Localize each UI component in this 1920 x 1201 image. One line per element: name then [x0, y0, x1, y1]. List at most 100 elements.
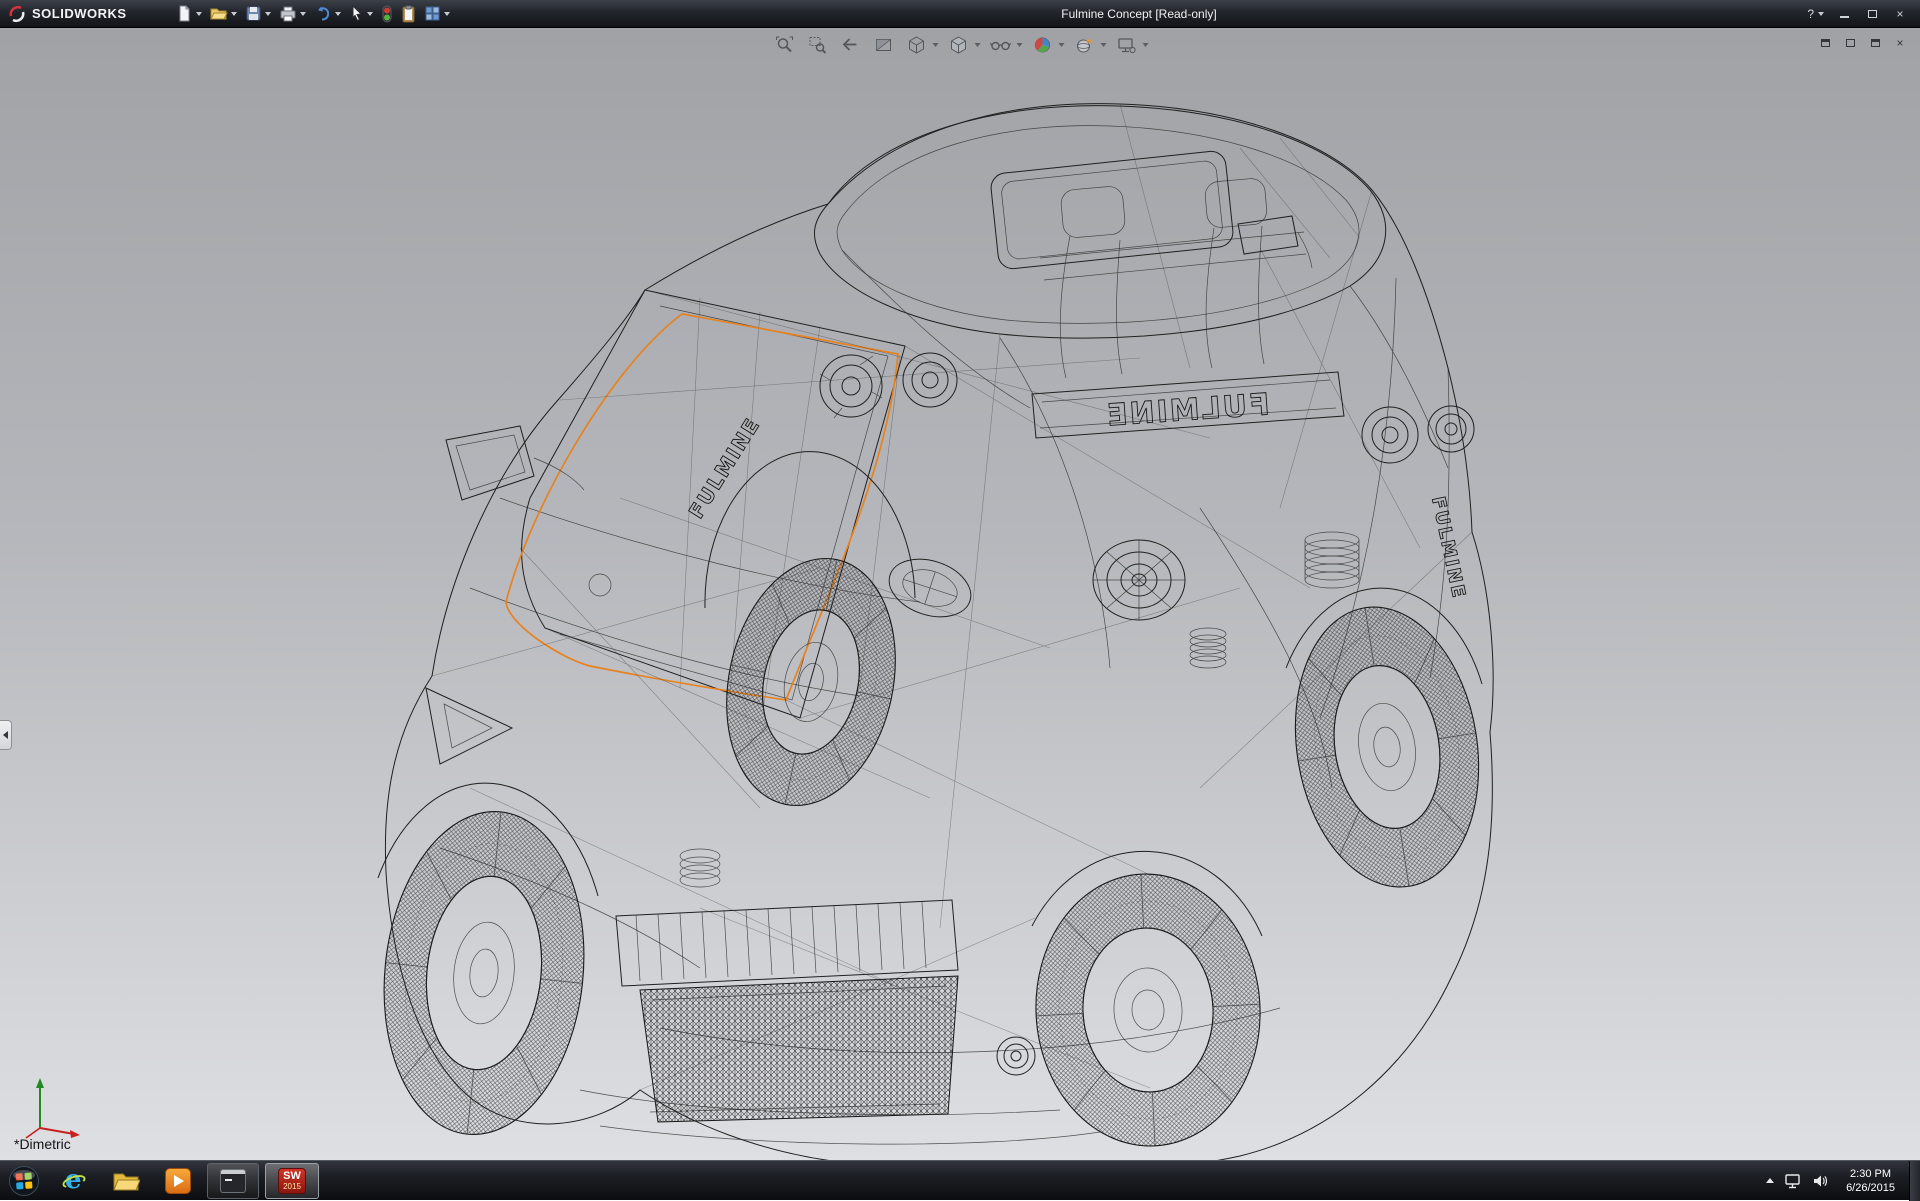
- model-wheel-front-right[interactable]: [1276, 594, 1498, 901]
- window-menu-icon: [1821, 39, 1830, 47]
- taskbar-item-media-player[interactable]: [155, 1163, 201, 1199]
- doc-window-minimize-button[interactable]: [1842, 36, 1858, 50]
- model-grille[interactable]: [616, 900, 958, 1122]
- hidden-icons-arrow-icon[interactable]: [1766, 1178, 1774, 1183]
- model-wheel-rear-left[interactable]: [369, 802, 600, 1145]
- zoom-to-area-button[interactable]: [805, 33, 831, 57]
- app-name: SOLIDWORKS: [32, 6, 127, 21]
- folder-icon: [112, 1169, 140, 1193]
- volume-icon[interactable]: [1812, 1173, 1828, 1189]
- document-title: Fulmine Concept [Read-only]: [1061, 7, 1216, 21]
- model-mirror-right[interactable]: [1238, 216, 1312, 268]
- model-motor[interactable]: [1093, 540, 1185, 620]
- system-tray: 2:30 PM 6/26/2015: [1766, 1167, 1909, 1195]
- reference-triad: [18, 1070, 90, 1142]
- open-folder-icon: [210, 5, 228, 22]
- sw-year-badge: 2015: [283, 1182, 301, 1191]
- doc-close-icon: ×: [1896, 36, 1903, 50]
- print-button[interactable]: [276, 2, 309, 26]
- view-settings-button[interactable]: [1114, 33, 1140, 57]
- feature-pane-collapse-tab[interactable]: [0, 720, 12, 750]
- model-left-lamp-cluster[interactable]: [426, 574, 611, 764]
- edit-appearance-button[interactable]: [1030, 33, 1056, 57]
- model-wheel-rear-right[interactable]: [1029, 868, 1267, 1151]
- title-bar: SOLIDWORKS: [0, 0, 1920, 28]
- model-headlights-right[interactable]: [1362, 406, 1474, 463]
- model-front-band[interactable]: FULMINE: [1032, 372, 1344, 438]
- apply-scene-button[interactable]: [1072, 33, 1098, 57]
- model-spring-center[interactable]: [1190, 628, 1226, 668]
- main-toolbar: [173, 2, 453, 26]
- graphics-viewport[interactable]: ×: [0, 28, 1920, 1160]
- options-grid-icon: [424, 5, 441, 22]
- dropdown-arrow-icon: [1101, 43, 1107, 47]
- doc-window-restore-button[interactable]: [1867, 36, 1883, 50]
- model-steering-wheel[interactable]: [882, 549, 979, 626]
- model-wheel-front-left[interactable]: [705, 543, 917, 822]
- rebuild-stoplight-icon: [381, 5, 393, 23]
- options-button[interactable]: [421, 2, 453, 26]
- taskbar-item-command-prompt[interactable]: [207, 1163, 259, 1199]
- dropdown-arrow-icon: [265, 12, 271, 16]
- rebuild-button[interactable]: [378, 2, 396, 26]
- internet-explorer-icon: e: [61, 1168, 87, 1194]
- open-button[interactable]: [207, 2, 240, 26]
- dropdown-arrow-icon: [231, 12, 237, 16]
- print-icon: [279, 5, 297, 22]
- dropdown-arrow-icon: [1017, 43, 1023, 47]
- triad-y-axis-icon: [36, 1078, 44, 1088]
- doc-minimize-icon: [1846, 39, 1855, 47]
- clipboard-button[interactable]: [398, 2, 419, 26]
- dropdown-arrow-icon: [933, 43, 939, 47]
- close-button[interactable]: ×: [1888, 5, 1912, 23]
- doc-window-close-button[interactable]: ×: [1892, 36, 1908, 50]
- decal-side-fulmine: FULMINE: [1427, 495, 1469, 601]
- network-icon[interactable]: [1784, 1173, 1802, 1189]
- window-controls: ? ×: [1803, 5, 1920, 23]
- previous-view-button[interactable]: [838, 33, 864, 57]
- help-label: ?: [1807, 7, 1814, 21]
- sw-label: SW: [283, 1171, 301, 1182]
- doc-window-menu-button[interactable]: [1817, 36, 1833, 50]
- media-player-icon: [165, 1168, 191, 1194]
- display-style-cube-icon: [949, 35, 969, 55]
- start-button[interactable]: [0, 1161, 48, 1201]
- section-view-button[interactable]: [871, 33, 897, 57]
- maximize-button[interactable]: [1860, 5, 1884, 23]
- solidworks-app-icon: SW 2015: [278, 1168, 306, 1194]
- app-logo: SOLIDWORKS: [0, 5, 127, 23]
- dropdown-arrow-icon: [444, 12, 450, 16]
- play-icon: [174, 1175, 184, 1187]
- zoom-to-fit-button[interactable]: [772, 33, 798, 57]
- save-button[interactable]: [242, 2, 274, 26]
- window-titlebar-icon: [221, 1170, 245, 1174]
- close-icon: ×: [1896, 8, 1903, 20]
- taskbar-item-internet-explorer[interactable]: e: [51, 1163, 97, 1199]
- taskbar-item-file-explorer[interactable]: [103, 1163, 149, 1199]
- help-button[interactable]: ?: [1803, 7, 1828, 21]
- dropdown-arrow-icon: [1818, 12, 1824, 16]
- undo-button[interactable]: [311, 2, 344, 26]
- wireframe-model-canvas[interactable]: FULMINE FULMINE FULMINE: [0, 28, 1920, 1160]
- taskbar-clock[interactable]: 2:30 PM 6/26/2015: [1838, 1167, 1903, 1195]
- model-spring-right[interactable]: [1305, 532, 1359, 588]
- view-orientation-button[interactable]: [904, 33, 930, 57]
- select-button[interactable]: [346, 2, 376, 26]
- hide-show-items-button[interactable]: [988, 33, 1014, 57]
- windows-start-orb-icon: [8, 1165, 40, 1197]
- heads-up-view-toolbar: [772, 33, 1149, 57]
- dropdown-arrow-icon: [1059, 43, 1065, 47]
- new-document-button[interactable]: [173, 2, 205, 26]
- model-emblem[interactable]: [997, 1037, 1035, 1075]
- model-seats[interactable]: [1040, 177, 1306, 378]
- model-spring-left[interactable]: [680, 849, 720, 887]
- view-settings-icon: [1117, 35, 1137, 55]
- model-headlights-left[interactable]: [820, 353, 957, 418]
- taskbar: e SW 2015: [0, 1160, 1920, 1200]
- dropdown-arrow-icon: [335, 12, 341, 16]
- display-style-button[interactable]: [946, 33, 972, 57]
- taskbar-item-solidworks[interactable]: SW 2015: [265, 1163, 319, 1199]
- show-desktop-button[interactable]: [1909, 1161, 1920, 1201]
- undo-icon: [314, 5, 332, 22]
- minimize-button[interactable]: [1832, 5, 1856, 23]
